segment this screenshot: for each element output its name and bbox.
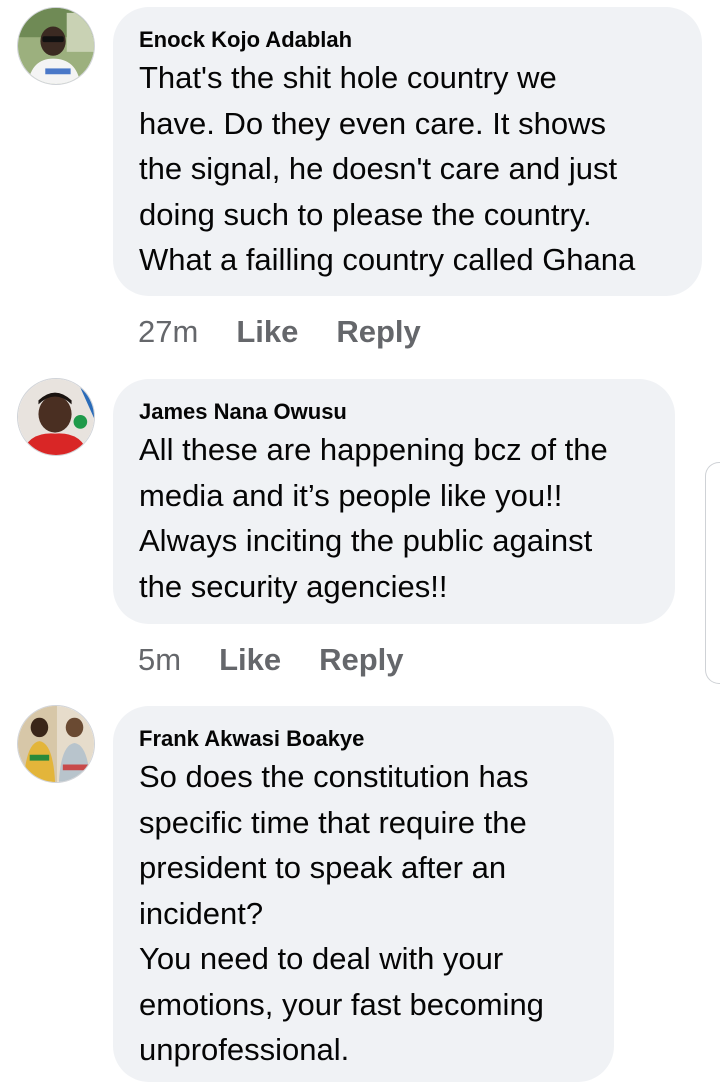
comment-text-line: unprofessional. — [139, 1032, 350, 1067]
comment-text-line: emotions, your fast becoming — [139, 986, 544, 1022]
comment-actions: 27m Like Reply — [138, 314, 421, 350]
comment-text-line: incident? — [139, 895, 264, 931]
comment-text-line: That's the shit hole country we — [139, 60, 557, 95]
comment-text-line: You need to deal with your — [139, 941, 504, 976]
comment-text-line: media and it’s people like you!! — [139, 477, 563, 513]
comment-bubble: James Nana Owusu All these are happening… — [113, 379, 675, 624]
reply-button[interactable]: Reply — [319, 642, 403, 678]
comment-author[interactable]: James Nana Owusu — [139, 399, 649, 425]
comment-text-line: the security agencies!! — [139, 568, 448, 604]
comment-timestamp[interactable]: 5m — [138, 642, 181, 678]
avatar[interactable] — [17, 7, 95, 85]
user-avatar-icon — [18, 8, 94, 84]
comment-timestamp[interactable]: 27m — [138, 314, 198, 350]
like-button[interactable]: Like — [219, 642, 281, 678]
like-button[interactable]: Like — [236, 314, 298, 350]
comment-text: All these are happening bcz of the media… — [139, 427, 649, 609]
comment-text-line: specific time that require the — [139, 804, 527, 840]
comment-text-line: Always inciting the public against — [139, 523, 593, 558]
comment-text-line: doing such to please the country. — [139, 196, 592, 232]
avatar[interactable] — [17, 705, 95, 783]
comment-author[interactable]: Frank Akwasi Boakye — [139, 726, 588, 752]
avatar[interactable] — [17, 378, 95, 456]
comment-text-line: All these are happening bcz of the — [139, 432, 608, 467]
comment-actions: 5m Like Reply — [138, 642, 404, 678]
comment-text: So does the constitution has specific ti… — [139, 754, 588, 1073]
user-avatar-icon — [18, 379, 94, 455]
comment-author[interactable]: Enock Kojo Adablah — [139, 27, 676, 53]
comment-text-line: have. Do they even care. It shows — [139, 105, 606, 141]
comment-bubble: Enock Kojo Adablah That's the shit hole … — [113, 7, 702, 296]
comment-text-line: the signal, he doesn't care and just — [139, 151, 618, 186]
comment-text-line: So does the constitution has — [139, 759, 529, 794]
comment-bubble: Frank Akwasi Boakye So does the constitu… — [113, 706, 614, 1082]
user-avatar-icon — [18, 706, 94, 782]
comment-text-line: What a failling country called Ghana — [139, 242, 636, 277]
edge-side-panel[interactable] — [705, 462, 720, 684]
reply-button[interactable]: Reply — [336, 314, 420, 350]
comment-text-line: president to speak after an — [139, 850, 507, 885]
comment-text: That's the shit hole country we have. Do… — [139, 55, 676, 283]
